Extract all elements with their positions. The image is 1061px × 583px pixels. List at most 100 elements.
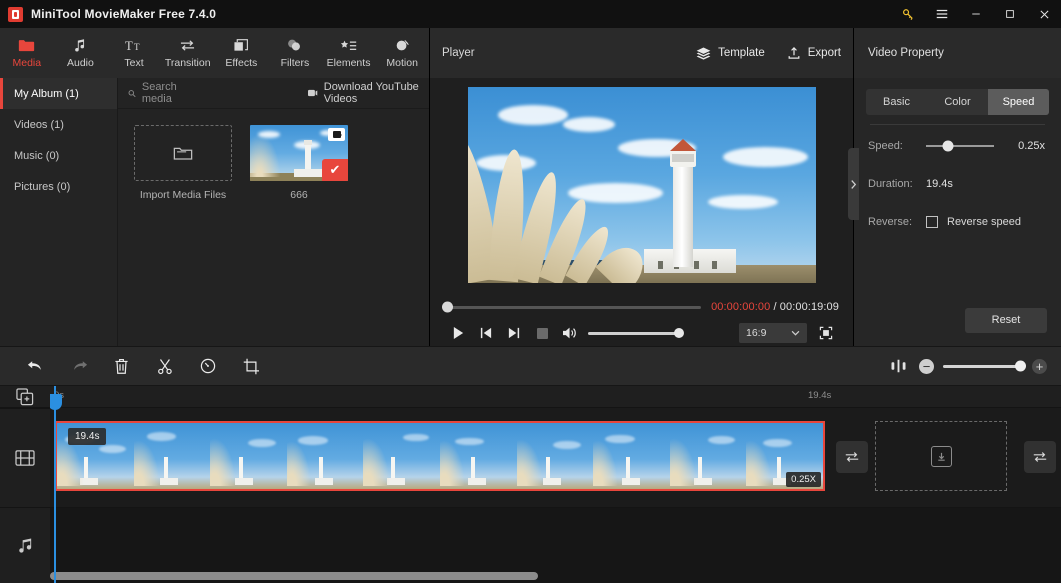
timeline-scrollbar-thumb[interactable] <box>50 572 538 580</box>
stop-button[interactable] <box>528 321 556 345</box>
next-frame-button[interactable] <box>500 321 528 345</box>
fit-to-window-icon <box>891 359 905 373</box>
search-input[interactable]: Search media <box>128 81 190 105</box>
tab-text-label: Text <box>124 57 144 69</box>
clip-frame <box>133 423 211 489</box>
volume-slider[interactable] <box>588 328 684 338</box>
zoom-slider[interactable] <box>943 360 1026 372</box>
timeline-scrollbar-track[interactable] <box>50 569 1061 583</box>
previous-frame-icon <box>480 327 492 339</box>
export-upload-icon <box>788 47 800 59</box>
transition-button-right[interactable] <box>1024 441 1056 473</box>
reverse-speed-checkbox[interactable] <box>926 216 938 228</box>
timeline-ruler[interactable]: 0s 19.4s <box>50 386 1061 408</box>
fullscreen-button[interactable] <box>813 322 839 344</box>
title-bar: MiniTool MovieMaker Free 7.4.0 <box>0 0 1061 28</box>
clip-frame <box>286 423 364 489</box>
key-icon[interactable] <box>891 0 925 28</box>
delete-button[interactable] <box>100 351 143 381</box>
export-button[interactable]: Export <box>787 46 841 60</box>
add-media-track-button[interactable] <box>0 386 50 408</box>
video-property-panel: Video Property Basic Color Speed Speed: … <box>848 28 1061 346</box>
seek-slider[interactable] <box>442 301 702 313</box>
reset-label: Reset <box>991 314 1021 326</box>
fit-to-window-button[interactable] <box>886 354 910 378</box>
speed-slider[interactable] <box>926 140 994 152</box>
preview-lighthouse-lamp <box>669 150 696 167</box>
preview-cloud <box>497 105 568 125</box>
import-media-button[interactable] <box>134 125 232 181</box>
seek-handle[interactable] <box>442 301 453 313</box>
crop-button[interactable] <box>229 351 272 381</box>
previous-frame-button[interactable] <box>472 321 500 345</box>
speed-button[interactable] <box>186 351 229 381</box>
minimize-icon[interactable] <box>959 0 993 28</box>
effects-icon <box>233 37 249 54</box>
zoom-handle[interactable] <box>1015 360 1026 372</box>
tab-text[interactable]: TT Text <box>107 28 161 78</box>
main-nav-tabs: Media Audio TT Text Transition Effects F… <box>0 28 429 78</box>
video-preview[interactable] <box>467 87 816 283</box>
tab-color[interactable]: Color <box>927 89 988 115</box>
media-item-cell: ✔ 666 <box>250 125 348 201</box>
play-button[interactable] <box>444 321 472 345</box>
track-gutter <box>0 386 50 583</box>
maximize-icon[interactable] <box>993 0 1027 28</box>
volume-icon <box>563 327 576 339</box>
split-button[interactable] <box>143 351 186 381</box>
undo-button[interactable] <box>14 351 57 381</box>
tab-transition[interactable]: Transition <box>161 28 215 78</box>
speed-handle[interactable] <box>942 140 954 152</box>
sidebar-item-music[interactable]: Music (0) <box>0 140 117 171</box>
next-frame-icon <box>508 327 520 339</box>
video-track-header[interactable] <box>0 408 50 508</box>
clip-thumbnail-strip <box>57 423 823 489</box>
media-drop-zone[interactable] <box>875 421 1007 491</box>
reverse-label: Reverse: <box>868 216 913 228</box>
tab-filters[interactable]: Filters <box>268 28 322 78</box>
template-button[interactable]: Template <box>696 47 765 60</box>
volume-handle[interactable] <box>674 328 684 338</box>
sidebar-item-pictures[interactable]: Pictures (0) <box>0 171 117 202</box>
music-note-icon <box>18 538 31 553</box>
tab-effects[interactable]: Effects <box>215 28 269 78</box>
property-tabs: Basic Color Speed <box>866 89 1049 115</box>
ruler-label: 19.4s <box>808 390 832 401</box>
tab-basic[interactable]: Basic <box>866 89 927 115</box>
zoom-in-button[interactable]: + <box>1032 358 1047 374</box>
volume-button[interactable] <box>556 321 584 345</box>
tab-motion[interactable]: Motion <box>375 28 429 78</box>
panel-collapse-button[interactable] <box>848 148 859 220</box>
preview-cloud <box>707 195 778 209</box>
sidebar-item-videos[interactable]: Videos (1) <box>0 109 117 140</box>
playhead[interactable] <box>50 386 62 583</box>
zoom-out-button[interactable]: − <box>919 358 934 374</box>
tab-audio[interactable]: Audio <box>54 28 108 78</box>
playhead-handle[interactable] <box>50 394 62 410</box>
sidebar-item-my-album[interactable]: My Album (1) <box>0 78 117 109</box>
tab-speed[interactable]: Speed <box>988 89 1049 115</box>
clip-frame <box>439 423 517 489</box>
reset-button[interactable]: Reset <box>965 307 1047 333</box>
elements-icon <box>340 37 358 54</box>
clip-duration-badge: 19.4s <box>68 428 107 445</box>
tab-media[interactable]: Media <box>0 28 54 78</box>
transition-button-left[interactable] <box>836 441 868 473</box>
media-grid: Import Media Files ✔ 666 <box>118 109 429 346</box>
total-time: 00:00:19:09 <box>779 301 839 313</box>
aspect-ratio-select[interactable]: 16:9 <box>739 323 807 343</box>
time-separator: / <box>770 301 780 313</box>
download-youtube-button[interactable]: Download YouTube Videos <box>308 81 419 105</box>
music-note-icon <box>73 37 88 54</box>
tab-elements[interactable]: Elements <box>322 28 376 78</box>
folder-icon <box>18 37 35 54</box>
hamburger-menu-icon[interactable] <box>925 0 959 28</box>
media-thumbnail[interactable]: ✔ <box>250 125 348 181</box>
close-icon[interactable] <box>1027 0 1061 28</box>
video-track[interactable]: 19.4s 0.25X <box>50 408 1061 508</box>
edit-toolbar: − + <box>0 346 1061 386</box>
audio-track-header[interactable] <box>0 508 50 583</box>
player-transport: 00:00:00:00 / 00:00:19:09 16:9 <box>430 292 853 346</box>
timeline-clip[interactable]: 19.4s 0.25X <box>55 421 825 491</box>
clip-frame <box>210 423 287 489</box>
